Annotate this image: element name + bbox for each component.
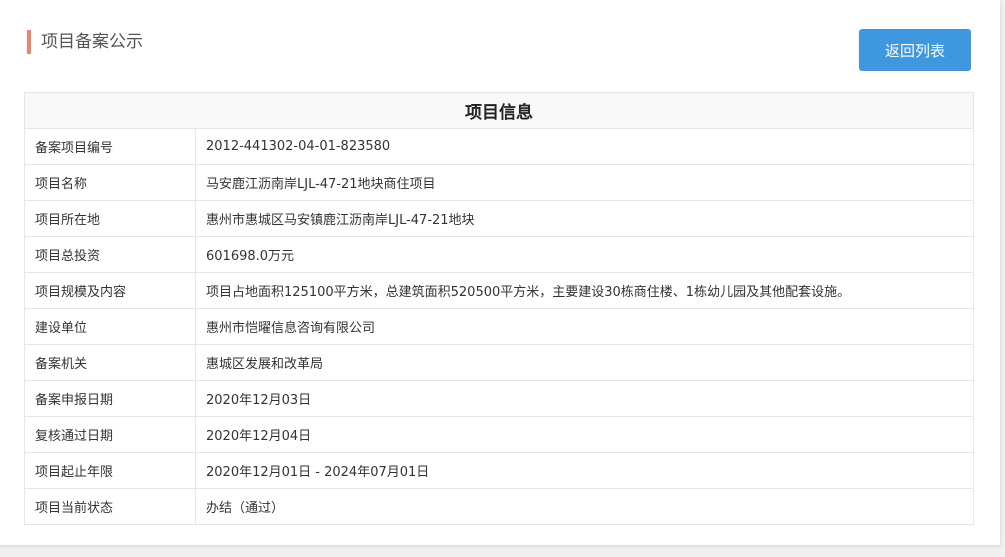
table-row: 项目起止年限 2020年12月01日 - 2024年07月01日 xyxy=(24,452,974,489)
row-label: 项目规模及内容 xyxy=(24,272,196,309)
table-row: 项目名称 马安鹿江沥南岸LJL-47-21地块商住项目 xyxy=(24,164,974,201)
table-row: 备案申报日期 2020年12月03日 xyxy=(24,380,974,417)
row-value: 601698.0万元 xyxy=(195,236,974,273)
row-label: 项目总投资 xyxy=(24,236,196,273)
row-value: 马安鹿江沥南岸LJL-47-21地块商住项目 xyxy=(195,164,974,201)
content-card: 项目备案公示 返回列表 项目信息 备案项目编号 2012-441302-04-01… xyxy=(0,0,1000,545)
row-value: 办结（通过） xyxy=(195,488,974,525)
page-title: 项目备案公示 xyxy=(27,30,143,54)
row-value: 项目占地面积125100平方米，总建筑面积520500平方米，主要建设30栋商住… xyxy=(195,272,974,309)
row-label: 项目名称 xyxy=(24,164,196,201)
row-label: 备案项目编号 xyxy=(24,128,196,165)
row-value: 惠城区发展和改革局 xyxy=(195,344,974,381)
table-row: 项目当前状态 办结（通过） xyxy=(24,488,974,525)
table-row: 建设单位 惠州市恺曜信息咨询有限公司 xyxy=(24,308,974,345)
row-label: 备案申报日期 xyxy=(24,380,196,417)
table-row: 项目总投资 601698.0万元 xyxy=(24,236,974,273)
row-value: 2012-441302-04-01-823580 xyxy=(195,128,974,165)
row-value: 惠州市恺曜信息咨询有限公司 xyxy=(195,308,974,345)
project-info-table: 项目信息 备案项目编号 2012-441302-04-01-823580 项目名称马… xyxy=(24,92,974,525)
row-label: 项目当前状态 xyxy=(24,488,196,525)
row-label: 项目起止年限 xyxy=(24,452,196,489)
row-value: 2020年12月04日 xyxy=(195,416,974,453)
table-row: 备案项目编号 2012-441302-04-01-823580 xyxy=(24,128,974,165)
row-value: 惠州市惠城区马安镇鹿江沥南岸LJL-47-21地块 xyxy=(195,200,974,237)
table-row: 复核通过日期 2020年12月04日 xyxy=(24,416,974,453)
row-value: 2020年12月01日 - 2024年07月01日 xyxy=(195,452,974,489)
table-row: 项目规模及内容 项目占地面积125100平方米，总建筑面积520500平方米，主要… xyxy=(24,272,974,309)
row-value: 2020年12月03日 xyxy=(195,380,974,417)
table-row: 备案机关 惠城区发展和改革局 xyxy=(24,344,974,381)
back-to-list-button[interactable]: 返回列表 xyxy=(859,29,971,71)
row-label: 备案机关 xyxy=(24,344,196,381)
row-label: 复核通过日期 xyxy=(24,416,196,453)
table-title: 项目信息 xyxy=(24,92,974,129)
table-row: 项目所在地 惠州市惠城区马安镇鹿江沥南岸LJL-47-21地块 xyxy=(24,200,974,237)
row-label: 项目所在地 xyxy=(24,200,196,237)
row-label: 建设单位 xyxy=(24,308,196,345)
